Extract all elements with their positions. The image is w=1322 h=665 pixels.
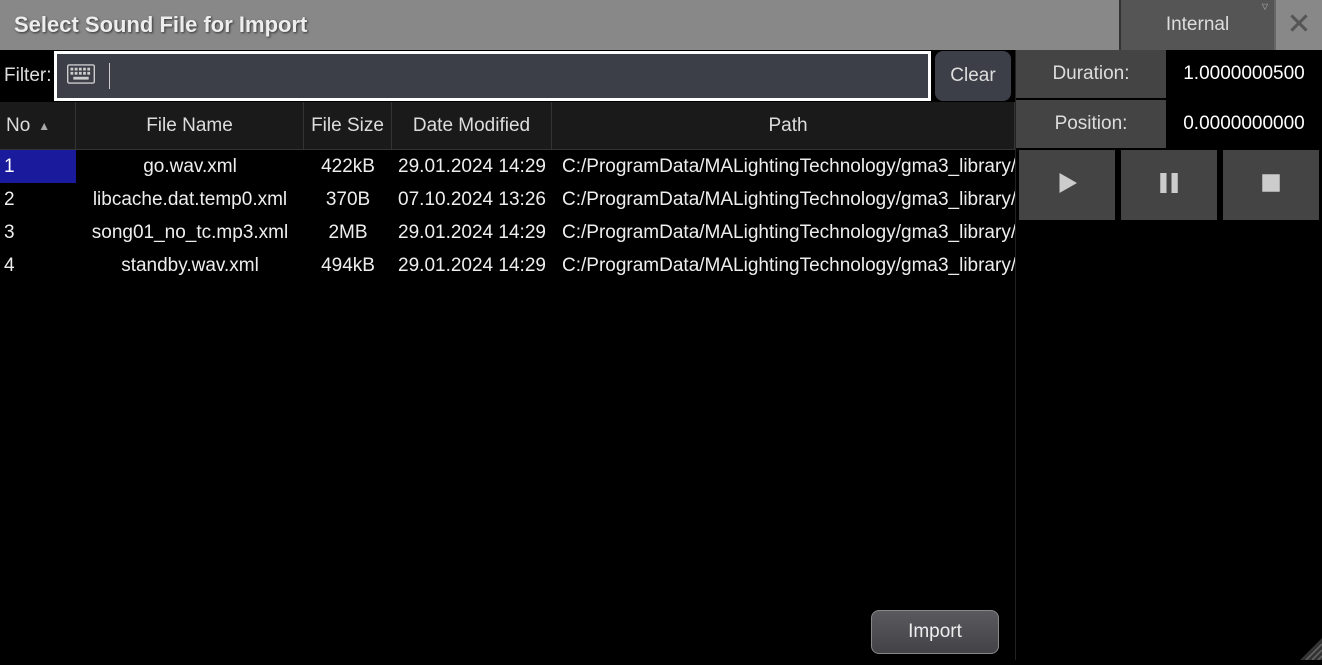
cell-filename: standby.wav.xml: [76, 249, 304, 282]
cell-path: C:/ProgramData/MALightingTechnology/gma3…: [552, 216, 1015, 249]
cell-filesize: 494kB: [304, 249, 392, 282]
close-button[interactable]: [1274, 0, 1322, 50]
cell-filename: go.wav.xml: [76, 150, 304, 183]
table-header: No ▲ File Name File Size Date Modified P…: [0, 102, 1015, 150]
import-button[interactable]: Import: [871, 610, 999, 654]
cell-filesize: 422kB: [304, 150, 392, 183]
window-title: Select Sound File for Import: [0, 0, 1119, 50]
stop-button[interactable]: [1223, 150, 1319, 220]
stop-icon: [1256, 168, 1286, 203]
cell-filesize: 370B: [304, 183, 392, 216]
column-header-path[interactable]: Path: [552, 102, 1015, 149]
cell-date: 07.10.2024 13:26: [392, 183, 552, 216]
cell-date: 29.01.2024 14:29: [392, 249, 552, 282]
cell-date: 29.01.2024 14:29: [392, 216, 552, 249]
table-row[interactable]: 2libcache.dat.temp0.xml370B07.10.2024 13…: [0, 183, 1015, 216]
cell-filename: libcache.dat.temp0.xml: [76, 183, 304, 216]
position-label: Position:: [1016, 100, 1166, 148]
column-header-filename[interactable]: File Name: [76, 102, 304, 149]
drive-select-button[interactable]: Internal: [1119, 0, 1274, 50]
duration-value: 1.0000000500: [1166, 50, 1322, 98]
position-value: 0.0000000000: [1166, 100, 1322, 148]
table-row[interactable]: 3song01_no_tc.mp3.xml2MB29.01.2024 14:29…: [0, 216, 1015, 249]
close-icon: [1286, 10, 1312, 41]
cell-no: 3: [0, 216, 76, 249]
pause-button[interactable]: [1121, 150, 1217, 220]
sort-ascending-icon: ▲: [38, 119, 50, 133]
cell-path: C:/ProgramData/MALightingTechnology/gma3…: [552, 150, 1015, 183]
clear-button[interactable]: Clear: [935, 51, 1011, 101]
cell-filesize: 2MB: [304, 216, 392, 249]
cell-no: 1: [0, 150, 76, 183]
resize-grip[interactable]: [1300, 638, 1322, 660]
play-icon: [1052, 168, 1082, 203]
cell-no: 2: [0, 183, 76, 216]
column-header-no-label: No: [6, 115, 30, 137]
filter-label: Filter:: [4, 65, 52, 87]
pause-icon: [1154, 168, 1184, 203]
cell-date: 29.01.2024 14:29: [392, 150, 552, 183]
column-header-date[interactable]: Date Modified: [392, 102, 552, 149]
column-header-no[interactable]: No ▲: [0, 102, 76, 149]
cell-no: 4: [0, 249, 76, 282]
play-button[interactable]: [1019, 150, 1115, 220]
duration-label: Duration:: [1016, 50, 1166, 98]
cell-filename: song01_no_tc.mp3.xml: [76, 216, 304, 249]
filter-input-container[interactable]: [54, 51, 932, 101]
table-row[interactable]: 1go.wav.xml422kB29.01.2024 14:29C:/Progr…: [0, 150, 1015, 183]
table-row[interactable]: 4standby.wav.xml494kB29.01.2024 14:29C:/…: [0, 249, 1015, 282]
cell-path: C:/ProgramData/MALightingTechnology/gma3…: [552, 183, 1015, 216]
cell-path: C:/ProgramData/MALightingTechnology/gma3…: [552, 249, 1015, 282]
column-header-filesize[interactable]: File Size: [304, 102, 392, 149]
